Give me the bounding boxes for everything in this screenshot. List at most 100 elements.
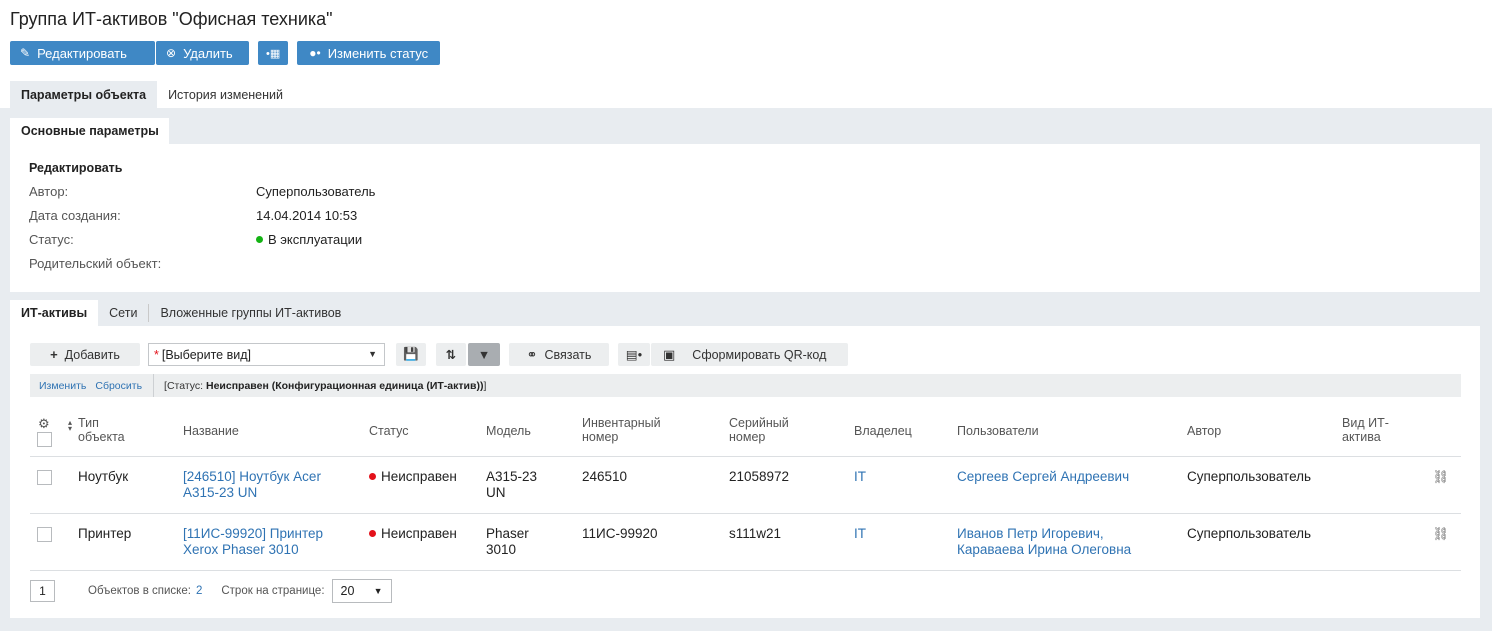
change-status-button[interactable]: ●• Изменить статус <box>297 41 441 65</box>
pencil-icon: ✎ <box>20 46 31 60</box>
row-inventory: 11ИС-99920 <box>582 526 658 541</box>
status-dot-icon <box>369 472 376 480</box>
objects-count-label: Объектов в списке: <box>88 585 191 597</box>
page-number-button[interactable]: 1 <box>30 580 55 602</box>
created-date-value: 14.04.2014 10:53 <box>256 208 358 223</box>
filter-prefix: [Статус: <box>164 379 206 392</box>
table-header: ⚙ ▴ ▾ Тип объекта Название Статус Модель … <box>30 406 1461 457</box>
column-header-serial[interactable]: Серийный номер <box>729 416 809 444</box>
row-author: Суперпользователь <box>1187 469 1312 484</box>
params-panel: Основные параметры Редактировать Автор: … <box>10 118 1480 292</box>
qr-icon: ▣ <box>663 346 676 362</box>
column-header-type[interactable]: Тип объекта <box>78 416 148 444</box>
row-inventory: 246510 <box>582 469 628 484</box>
rows-per-page-value: 20 <box>340 584 355 598</box>
row-name-link[interactable]: [11ИС-99920] Принтер Xerox Phaser 3010 <box>183 526 353 558</box>
add-to-group-button[interactable]: •▦ <box>258 41 289 65</box>
add-button[interactable]: + Добавить <box>30 343 140 366</box>
save-view-button[interactable]: 💾 <box>396 343 426 366</box>
tab-nested-groups[interactable]: Вложенные группы ИТ-активов <box>149 300 352 326</box>
objects-count-value: 2 <box>195 585 203 597</box>
gear-icon[interactable]: ⚙ <box>38 416 50 432</box>
add-button-label: Добавить <box>64 347 120 362</box>
unlink-icon[interactable]: ⛓ <box>1432 526 1449 542</box>
filter-icon: ▼ <box>477 347 491 362</box>
row-owner-link[interactable]: IT <box>854 469 866 485</box>
row-serial: s111w21 <box>729 526 782 541</box>
sort-arrows-icon[interactable]: ▴ ▾ <box>68 419 72 433</box>
filter-bar: Изменить Сбросить [Статус: Неисправен (К… <box>30 374 1461 397</box>
tab-basic-params[interactable]: Основные параметры <box>10 118 169 144</box>
plus-icon: + <box>50 347 58 362</box>
page-title: Группа ИТ-активов "Офисная техника" <box>10 9 333 29</box>
created-date-label: Дата создания: <box>29 208 121 223</box>
tab-networks[interactable]: Сети <box>98 300 148 326</box>
export-icon: ▤• <box>625 348 643 362</box>
status-value-text: В эксплуатации <box>268 232 363 247</box>
change-status-label: Изменить статус <box>327 45 429 61</box>
column-header-author[interactable]: Автор <box>1187 424 1221 438</box>
section-title[interactable]: Редактировать <box>29 161 122 175</box>
status-dot-icon <box>256 236 263 243</box>
sort-button[interactable]: ⇅ <box>436 343 466 366</box>
column-header-model[interactable]: Модель <box>486 424 531 438</box>
row-users-link[interactable]: Иванов Петр Игоревич, Караваева Ирина Ол… <box>957 526 1167 558</box>
export-button[interactable]: ▤• <box>618 343 650 366</box>
tab-it-assets[interactable]: ИТ-активы <box>10 300 99 326</box>
link-icon: ⚭ <box>526 346 538 362</box>
filter-change-link[interactable]: Изменить <box>39 380 86 392</box>
row-checkbox[interactable] <box>37 527 52 542</box>
column-header-status[interactable]: Статус <box>369 424 409 438</box>
sort-icon: ⇅ <box>445 348 457 362</box>
parent-object-label: Родительский объект: <box>29 256 162 271</box>
row-type: Ноутбук <box>78 469 129 484</box>
tab-change-history[interactable]: История изменений <box>157 81 294 108</box>
row-users-link[interactable]: Сергеев Сергей Андреевич <box>957 469 1167 485</box>
pagination: 1 Объектов в списке: 2 Строк на странице… <box>30 579 392 603</box>
row-status: Неисправен <box>369 526 457 542</box>
column-header-kind[interactable]: Вид ИТ-актива <box>1342 416 1404 444</box>
filter-button[interactable]: ▼ <box>468 343 500 366</box>
row-status-text: Неисправен <box>381 469 457 484</box>
column-header-inventory[interactable]: Инвентарный номер <box>582 416 682 444</box>
edit-button[interactable]: ✎ Редактировать <box>10 41 155 65</box>
add-to-group-icon: •▦ <box>266 47 281 60</box>
filter-divider <box>153 374 155 397</box>
qr-button-label: Сформировать QR-код <box>692 347 827 362</box>
object-toolbar: ✎ Редактировать ⊗ Удалить •▦ ●• Изменить… <box>10 41 441 65</box>
row-author: Суперпользователь <box>1187 526 1312 541</box>
row-owner-link[interactable]: IT <box>854 526 866 542</box>
link-button-label: Связать <box>544 347 592 362</box>
author-label: Автор: <box>29 184 69 199</box>
params-panel-body: Редактировать Автор: Суперпользователь Д… <box>10 144 1480 292</box>
status-label: Статус: <box>29 232 74 247</box>
status-dot-icon <box>369 529 376 537</box>
filter-description: [Статус: Неисправен (Конфигурационная ед… <box>164 380 486 392</box>
kind-select[interactable]: * [Выберите вид] ▼ <box>148 343 385 366</box>
filter-suffix: ] <box>483 379 487 392</box>
select-all-checkbox[interactable] <box>37 432 52 447</box>
row-status-text: Неисправен <box>381 526 457 541</box>
required-marker: * <box>154 347 159 362</box>
qr-code-button[interactable]: ▣ Сформировать QR-код <box>651 343 848 366</box>
row-name-link[interactable]: [246510] Ноутбук Acer A315-23 UN <box>183 469 353 501</box>
row-model: Phaser 3010 <box>486 526 529 557</box>
rows-per-page-select[interactable]: 20 ▼ <box>331 579 392 603</box>
column-header-name[interactable]: Название <box>183 424 239 438</box>
link-button[interactable]: ⚭ Связать <box>509 343 609 366</box>
tab-object-params[interactable]: Параметры объекта <box>10 81 158 108</box>
unlink-icon[interactable]: ⛓ <box>1432 469 1449 485</box>
filter-reset-link[interactable]: Сбросить <box>95 380 142 392</box>
status-value: В эксплуатации <box>256 232 362 247</box>
table-row[interactable]: Принтер [11ИС-99920] Принтер Xerox Phase… <box>30 514 1461 571</box>
table-row[interactable]: Ноутбук [246510] Ноутбук Acer A315-23 UN… <box>30 457 1461 514</box>
page: Группа ИТ-активов "Офисная техника" ✎ Ре… <box>0 0 1492 631</box>
column-header-owner[interactable]: Владелец <box>854 424 912 438</box>
delete-circle-icon: ⊗ <box>166 46 177 60</box>
delete-button[interactable]: ⊗ Удалить <box>156 41 249 65</box>
column-header-users[interactable]: Пользователи <box>957 424 1039 438</box>
edit-button-label: Редактировать <box>37 45 127 61</box>
row-serial: 21058972 <box>729 469 790 484</box>
filter-value: Неисправен (Конфигурационная единица (ИТ… <box>206 379 484 392</box>
row-checkbox[interactable] <box>37 470 52 485</box>
